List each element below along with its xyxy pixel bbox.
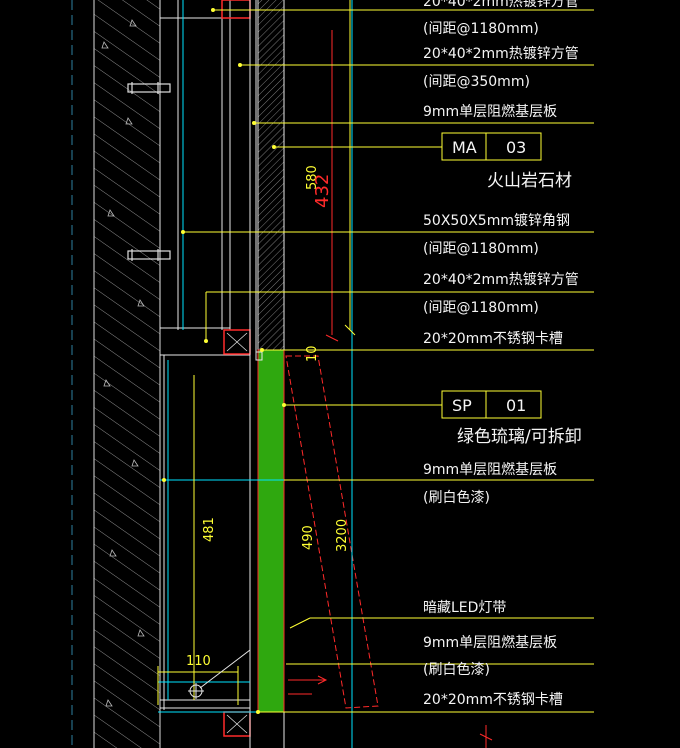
note-top-1: 20*40*2mm热镀锌方管 <box>423 0 579 10</box>
tag-sp-caption: 绿色琉璃/可拆卸 <box>457 427 582 447</box>
note-mid-4: (间距@1180mm) <box>423 300 539 316</box>
note-mid-5: 20*20mm不锈钢卡槽 <box>423 331 563 347</box>
dim-490: 490 <box>301 525 316 550</box>
dim-3200: 3200 <box>335 519 350 552</box>
concrete-wall <box>93 0 161 748</box>
note-bottom-1: 暗藏LED灯带 <box>423 600 506 616</box>
section-drawing: MA 03 火山岩石材 SP 01 绿色琉璃/可拆卸 20*40*2mm热镀锌方… <box>71 0 594 748</box>
note-bottom-2: 9mm单层阻燃基层板 <box>423 634 557 651</box>
tag-ma-num: 03 <box>506 138 526 157</box>
square-tube <box>221 0 251 737</box>
removal-outline <box>285 355 379 709</box>
note-bottom-4: 20*20mm不锈钢卡槽 <box>423 692 563 708</box>
green-glass-panel <box>255 349 285 713</box>
tag-sp-code: SP <box>452 396 472 415</box>
dim-110: 110 <box>186 654 211 669</box>
note-top-5: 9mm单层阻燃基层板 <box>423 103 557 120</box>
dim-481: 481 <box>202 517 217 542</box>
note-top-3: 20*40*2mm热镀锌方管 <box>423 45 579 62</box>
steel-frame <box>159 0 250 710</box>
dim-432: 432 <box>312 174 333 208</box>
note-mid-3: 20*40*2mm热镀锌方管 <box>423 271 579 288</box>
note-panel-1: 9mm单层阻燃基层板 <box>423 461 557 478</box>
note-mid-1: 50X50X5mm镀锌角钢 <box>423 212 570 229</box>
tag-ma-code: MA <box>452 138 477 157</box>
note-mid-2: (间距@1180mm) <box>423 241 539 257</box>
note-bottom-3: (刷白色漆) <box>423 661 490 678</box>
note-panel-2: (刷白色漆) <box>423 489 490 506</box>
tag-ma-caption: 火山岩石材 <box>487 171 572 191</box>
tag-sp-num: 01 <box>506 396 526 415</box>
dim-10: 10 <box>305 345 320 362</box>
note-top-2: (间距@1180mm) <box>423 21 539 37</box>
note-top-4: (间距@350mm) <box>423 74 530 90</box>
